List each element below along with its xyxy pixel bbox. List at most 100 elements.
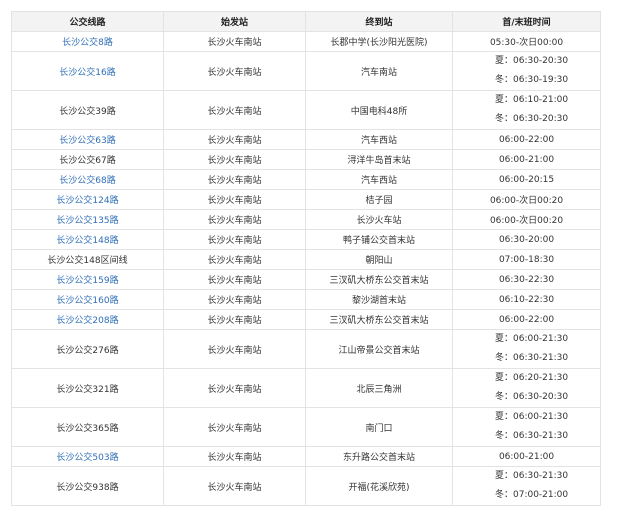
- cell-line: 长沙公交160路: [11, 289, 164, 310]
- cell-end-station: 汽车西站: [305, 169, 453, 190]
- table-row: 长沙公交124路 长沙火车南站 桔子园 06:00-次日00:20: [11, 189, 601, 210]
- cell-end-station: 中国电科48所: [305, 90, 453, 130]
- bus-line-link[interactable]: 长沙公交16路: [59, 68, 115, 78]
- cell-end-station: 北辰三角洲: [305, 368, 453, 408]
- bus-line-text: 长沙公交938路: [56, 482, 119, 493]
- cell-line: 长沙公交208路: [11, 309, 164, 330]
- cell-times: 06:00-22:00: [452, 309, 601, 330]
- cell-line: 长沙公交68路: [11, 169, 164, 190]
- table-row: 长沙公交39路 长沙火车南站 中国电科48所 夏：06:10-21:00 冬：06:30…: [11, 90, 601, 130]
- cell-start-station: 长沙火车南站: [163, 149, 306, 170]
- cell-line: 长沙公交148区间线: [11, 249, 164, 270]
- cell-start-station: 长沙火车南站: [163, 249, 306, 270]
- bus-line-text: 长沙公交39路: [59, 106, 116, 117]
- table-row: 长沙公交135路 长沙火车南站 长沙火车站 06:00-次日00:20: [11, 209, 601, 230]
- cell-end-station: 长郡中学(长沙阳光医院): [305, 31, 453, 52]
- table-row: 长沙公交503路 长沙火车南站 东升路公交首末站 06:00-21:00: [11, 446, 601, 467]
- table-body: 长沙公交8路 长沙火车南站 长郡中学(长沙阳光医院) 05:30-次日00:00 长沙公…: [11, 31, 601, 506]
- cell-times: 夏：06:00-21:30 冬：06:30-21:30: [452, 407, 601, 447]
- time-range: 夏：06:30-21:30: [495, 471, 569, 481]
- table-row: 长沙公交208路 长沙火车南站 三汊矶大桥东公交首末站 06:00-22:00: [11, 309, 601, 330]
- cell-times: 夏：06:30-21:30 冬：07:00-21:00: [452, 466, 601, 506]
- time-range: 夏：06:30-20:30: [495, 56, 569, 66]
- cell-end-station: 朝阳山: [305, 249, 453, 270]
- cell-end-station: 江山帝景公交首末站: [305, 329, 453, 369]
- cell-line: 长沙公交276路: [11, 329, 164, 369]
- cell-end-station: 桔子园: [305, 189, 453, 210]
- cell-end-station: 浔洋牛岛首末站: [305, 149, 453, 170]
- cell-times: 07:00-18:30: [452, 249, 601, 270]
- cell-end-station: 长沙火车站: [305, 209, 453, 230]
- cell-start-station: 长沙火车南站: [163, 189, 306, 210]
- bus-table-container: 公交线路 始发站 终到站 首/末班时间 长沙公交8路 长沙火车南站 长郡中学(长沙阳…: [11, 11, 601, 506]
- header-times: 首/末班时间: [452, 11, 601, 32]
- bus-line-link[interactable]: 长沙公交160路: [56, 296, 118, 306]
- time-range: 冬：06:30-20:30: [495, 392, 569, 402]
- table-header-row: 公交线路 始发站 终到站 首/末班时间: [11, 11, 601, 32]
- cell-start-station: 长沙火车南站: [163, 169, 306, 190]
- cell-times: 06:10-22:30: [452, 289, 601, 310]
- cell-line: 长沙公交365路: [11, 407, 164, 447]
- cell-start-station: 长沙火车南站: [163, 289, 306, 310]
- time-range: 冬：06:30-21:30: [495, 353, 569, 363]
- table-row: 长沙公交63路 长沙火车南站 汽车西站 06:00-22:00: [11, 129, 601, 150]
- time-range: 冬：06:30-21:30: [495, 431, 569, 441]
- cell-times: 06:00-次日00:20: [452, 189, 601, 210]
- cell-times: 06:00-21:00: [452, 446, 601, 467]
- cell-times: 05:30-次日00:00: [452, 31, 601, 52]
- cell-end-station: 南门口: [305, 407, 453, 447]
- table-row: 长沙公交365路 长沙火车南站 南门口 夏：06:00-21:30 冬：06:30-21…: [11, 407, 601, 447]
- header-start-station: 始发站: [163, 11, 306, 32]
- cell-end-station: 黎沙湖首末站: [305, 289, 453, 310]
- cell-start-station: 长沙火车南站: [163, 229, 306, 250]
- cell-line: 长沙公交8路: [11, 31, 164, 52]
- bus-line-text: 长沙公交321路: [56, 384, 119, 395]
- cell-line: 长沙公交63路: [11, 129, 164, 150]
- bus-line-link[interactable]: 长沙公交68路: [59, 176, 115, 186]
- bus-line-link[interactable]: 长沙公交124路: [56, 196, 118, 206]
- bus-line-link[interactable]: 长沙公交159路: [56, 276, 118, 286]
- cell-start-station: 长沙火车南站: [163, 309, 306, 330]
- cell-start-station: 长沙火车南站: [163, 90, 306, 130]
- table-row: 长沙公交321路 长沙火车南站 北辰三角洲 夏：06:20-21:30 冬：06:30-…: [11, 368, 601, 408]
- table-row: 长沙公交148路 长沙火车南站 鸭子铺公交首末站 06:30-20:00: [11, 229, 601, 250]
- cell-times: 06:00-21:00: [452, 149, 601, 170]
- header-line: 公交线路: [11, 11, 164, 32]
- cell-times: 夏：06:00-21:30 冬：06:30-21:30: [452, 329, 601, 369]
- time-range: 夏：06:00-21:30: [495, 412, 569, 422]
- time-range: 夏：06:00-21:30: [495, 334, 569, 344]
- table-row: 长沙公交68路 长沙火车南站 汽车西站 06:00-20:15: [11, 169, 601, 190]
- cell-line: 长沙公交135路: [11, 209, 164, 230]
- cell-line: 长沙公交148路: [11, 229, 164, 250]
- cell-times: 06:00-22:00: [452, 129, 601, 150]
- cell-end-station: 三汊矶大桥东公交首末站: [305, 309, 453, 330]
- cell-times: 夏：06:30-20:30 冬：06:30-19:30: [452, 51, 601, 91]
- cell-start-station: 长沙火车南站: [163, 368, 306, 408]
- cell-times: 夏：06:20-21:30 冬：06:30-20:30: [452, 368, 601, 408]
- time-range: 夏：06:10-21:00: [495, 95, 569, 105]
- cell-end-station: 鸭子铺公交首末站: [305, 229, 453, 250]
- table-row: 长沙公交160路 长沙火车南站 黎沙湖首末站 06:10-22:30: [11, 289, 601, 310]
- table-row: 长沙公交16路 长沙火车南站 汽车南站 夏：06:30-20:30 冬：06:30-19…: [11, 51, 601, 91]
- bus-line-link[interactable]: 长沙公交148路: [56, 236, 118, 246]
- cell-start-station: 长沙火车南站: [163, 407, 306, 447]
- time-range: 冬：06:30-19:30: [495, 75, 569, 85]
- cell-times: 06:30-20:00: [452, 229, 601, 250]
- cell-line: 长沙公交321路: [11, 368, 164, 408]
- cell-times: 06:00-次日00:20: [452, 209, 601, 230]
- bus-line-link[interactable]: 长沙公交208路: [56, 316, 118, 326]
- cell-line: 长沙公交124路: [11, 189, 164, 210]
- bus-line-link[interactable]: 长沙公交63路: [59, 136, 115, 146]
- cell-line: 长沙公交16路: [11, 51, 164, 91]
- bus-line-link[interactable]: 长沙公交8路: [62, 38, 113, 48]
- cell-times: 06:00-20:15: [452, 169, 601, 190]
- bus-line-link[interactable]: 长沙公交503路: [56, 453, 118, 463]
- bus-line-text: 长沙公交148区间线: [47, 256, 128, 266]
- cell-start-station: 长沙火车南站: [163, 31, 306, 52]
- cell-line: 长沙公交159路: [11, 269, 164, 290]
- table-row: 长沙公交148区间线 长沙火车南站 朝阳山 07:00-18:30: [11, 249, 601, 270]
- bus-line-link[interactable]: 长沙公交135路: [56, 216, 118, 226]
- table-row: 长沙公交276路 长沙火车南站 江山帝景公交首末站 夏：06:00-21:30 冬：06…: [11, 329, 601, 369]
- cell-start-station: 长沙火车南站: [163, 269, 306, 290]
- cell-line: 长沙公交938路: [11, 466, 164, 506]
